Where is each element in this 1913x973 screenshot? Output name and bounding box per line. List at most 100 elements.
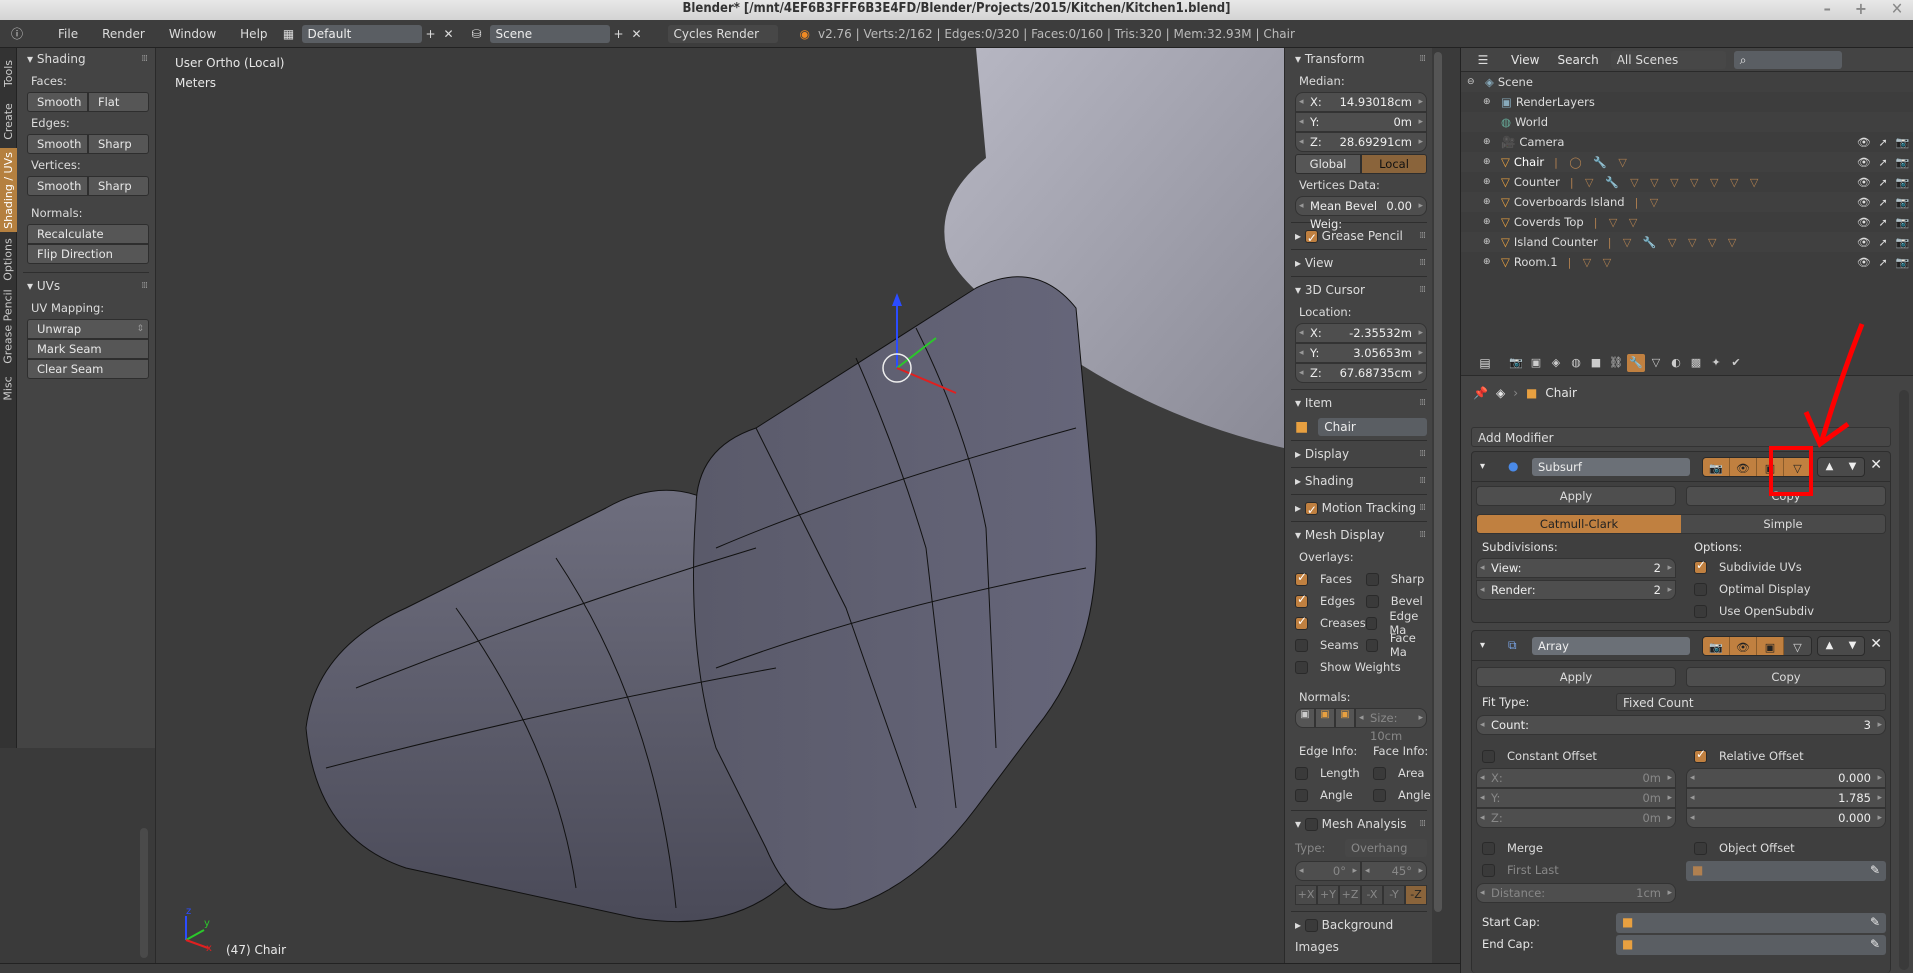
constant-offset-z[interactable]: Z:0m xyxy=(1476,808,1676,828)
add-layout-icon[interactable]: + xyxy=(422,25,440,43)
outliner-item[interactable]: ⊕ ▽ Island Counter | ▽ 🔧 ▽ ▽ ▽ ▽ 👁 ➚ 📷 xyxy=(1461,232,1913,252)
subsurf-apply-button[interactable]: Apply xyxy=(1476,486,1676,506)
axis-minus-y[interactable]: -Y xyxy=(1383,885,1405,905)
merge-distance-field[interactable]: Distance:1cm xyxy=(1476,883,1676,903)
edges-smooth-button[interactable]: Smooth xyxy=(27,134,88,154)
tab-create[interactable]: Create xyxy=(0,96,17,146)
array-move-down[interactable]: ▼ xyxy=(1841,637,1864,655)
expand-toggle-icon[interactable]: ⊕ xyxy=(1483,97,1495,107)
renderability-camera-icon[interactable]: 📷 xyxy=(1895,156,1909,169)
first-last-checkbox[interactable]: First Last xyxy=(1482,859,1559,881)
show-weights-checkbox[interactable]: Show Weights xyxy=(1285,656,1433,678)
expand-toggle-icon[interactable]: ⊖ xyxy=(1467,77,1479,87)
flip-direction-button[interactable]: Flip Direction xyxy=(27,244,149,264)
object-tab-icon[interactable]: ■ xyxy=(1587,354,1605,372)
texture-tab-icon[interactable]: ▩ xyxy=(1687,354,1705,372)
relative-offset-checkbox[interactable]: Relative Offset xyxy=(1694,745,1804,767)
npanel-scrollbar[interactable] xyxy=(1432,48,1444,963)
array-copy-button[interactable]: Copy xyxy=(1686,667,1886,687)
motion-tracking-panel-header[interactable]: ▸ Motion Tracking⁞⁞⁞ xyxy=(1285,497,1433,521)
tool-shelf-scrollbar[interactable] xyxy=(140,828,148,958)
constraints-tab-icon[interactable]: ⛓ xyxy=(1607,354,1625,372)
menu-help[interactable]: Help xyxy=(228,27,279,41)
mark-seam-button[interactable]: Mark Seam xyxy=(27,339,149,359)
outliner-item[interactable]: ⊕ ▣ RenderLayers xyxy=(1461,92,1913,112)
vertices-sharp-button[interactable]: Sharp xyxy=(88,176,149,196)
unwrap-menu[interactable]: Unwrap ⇕ xyxy=(27,319,149,339)
display-panel-header[interactable]: ▸ Display ⁞⁞⁞ xyxy=(1285,443,1433,465)
relative-offset-x[interactable]: 0.000 xyxy=(1686,768,1886,788)
expand-toggle-icon[interactable]: ⊕ xyxy=(1483,157,1495,167)
axis-plus-y[interactable]: +Y xyxy=(1317,885,1339,905)
visibility-eye-icon[interactable]: 👁 xyxy=(1857,176,1871,189)
merge-checkbox[interactable]: Merge xyxy=(1482,837,1543,859)
tab-misc[interactable]: Misc xyxy=(0,368,17,408)
shading-npanel-header[interactable]: ▸ Shading ⁞⁞⁞ xyxy=(1285,470,1433,492)
layout-selector[interactable]: Default xyxy=(301,24,422,43)
shading-panel-header[interactable]: ▾ Shading ⁞⁞⁞ xyxy=(17,48,155,70)
cursor-y-field[interactable]: Y:3.05653m xyxy=(1295,343,1427,363)
selectability-cursor-icon[interactable]: ➚ xyxy=(1879,176,1888,189)
end-cap-field[interactable]: ■ ✎ xyxy=(1616,935,1886,955)
median-z-field[interactable]: Z:28.69291cm xyxy=(1295,132,1427,152)
start-cap-field[interactable]: ■ ✎ xyxy=(1616,913,1886,933)
overlay-sharp[interactable]: Sharp xyxy=(1365,568,1433,590)
optimal-display-checkbox[interactable]: Optimal Display xyxy=(1694,578,1811,600)
outliner-editor-icon[interactable]: ☰ xyxy=(1469,51,1497,69)
subsurf-collapse-icon[interactable]: ▾ xyxy=(1480,461,1485,472)
overlay-faces[interactable]: Faces xyxy=(1295,568,1366,590)
object-name-field[interactable]: Chair xyxy=(1318,418,1427,436)
selectability-cursor-icon[interactable]: ➚ xyxy=(1879,136,1888,149)
expand-toggle-icon[interactable]: ⊕ xyxy=(1483,177,1495,187)
tab-options[interactable]: Options xyxy=(0,234,17,284)
array-apply-button[interactable]: Apply xyxy=(1476,667,1676,687)
mesh-analysis-panel-header[interactable]: ▾ Mesh Analysis ⁞⁞⁞ xyxy=(1285,813,1433,835)
visibility-eye-icon[interactable]: 👁 xyxy=(1857,216,1871,229)
selectability-cursor-icon[interactable]: ➚ xyxy=(1879,256,1888,269)
visibility-eye-icon[interactable]: 👁 xyxy=(1857,156,1871,169)
outliner-item[interactable]: ⊕ ▽ Coverds Top | ▽ ▽ 👁 ➚ 📷 xyxy=(1461,212,1913,232)
array-editmode-toggle[interactable]: ▣ xyxy=(1757,637,1784,655)
uvs-panel-header[interactable]: ▾ UVs ⁞⁞⁞ xyxy=(17,275,155,297)
selectability-cursor-icon[interactable]: ➚ xyxy=(1879,216,1888,229)
vertex-normals-toggle[interactable]: ▣ xyxy=(1295,708,1315,728)
constant-offset-x[interactable]: X:0m xyxy=(1476,768,1676,788)
mesh-analysis-checkbox[interactable] xyxy=(1304,818,1318,831)
renderability-camera-icon[interactable]: 📷 xyxy=(1895,196,1909,209)
material-tab-icon[interactable]: ◐ xyxy=(1667,354,1685,372)
fit-type-select[interactable]: Fixed Count xyxy=(1616,693,1886,711)
subsurf-view-levels[interactable]: View:2 xyxy=(1476,558,1676,578)
overhang-max-field[interactable]: 45° xyxy=(1361,861,1427,881)
renderability-camera-icon[interactable]: 📷 xyxy=(1895,136,1909,149)
menu-render[interactable]: Render xyxy=(90,27,157,41)
expand-toggle-icon[interactable]: ⊕ xyxy=(1483,237,1495,247)
outliner-item[interactable]: ⊖ ◈ Scene xyxy=(1461,72,1913,92)
selectability-cursor-icon[interactable]: ➚ xyxy=(1879,156,1888,169)
expand-toggle-icon[interactable]: ⊕ xyxy=(1483,137,1495,147)
outliner-item[interactable]: ⊕ ▽ Chair | ◯ 🔧 ▽ 👁 ➚ 📷 xyxy=(1461,152,1913,172)
display-mode-select[interactable]: All Scenes xyxy=(1610,50,1726,69)
array-render-toggle[interactable]: 📷 xyxy=(1703,637,1730,655)
mesh-display-panel-header[interactable]: ▾ Mesh Display ⁞⁞⁞ xyxy=(1285,524,1433,546)
constant-offset-checkbox[interactable]: Constant Offset xyxy=(1482,745,1597,767)
outliner-item[interactable]: ◍ World xyxy=(1461,112,1913,132)
face-area-checkbox[interactable]: Area xyxy=(1373,762,1431,784)
minimize-icon[interactable]: – xyxy=(1824,0,1831,18)
renderability-camera-icon[interactable]: 📷 xyxy=(1895,256,1909,269)
relative-offset-y[interactable]: 1.785 xyxy=(1686,788,1886,808)
subsurf-render-toggle[interactable]: 📷 xyxy=(1703,458,1730,476)
render-tab-icon[interactable]: 📷 xyxy=(1507,354,1525,372)
catmull-clark-option[interactable]: Catmull-Clark xyxy=(1477,515,1681,533)
subsurf-realtime-toggle[interactable]: 👁 xyxy=(1730,458,1757,476)
motion-tracking-checkbox[interactable] xyxy=(1304,499,1318,521)
selectability-cursor-icon[interactable]: ➚ xyxy=(1879,236,1888,249)
offset-object-field[interactable]: ■ ✎ xyxy=(1686,861,1886,881)
outliner-item[interactable]: ⊕ ▽ Room.1 | ▽ ▽ 👁 ➚ 📷 xyxy=(1461,252,1913,272)
background-images-panel-header[interactable]: ▸ Background Images xyxy=(1285,914,1433,954)
maximize-icon[interactable]: + xyxy=(1855,0,1867,18)
remove-layout-icon[interactable]: ✕ xyxy=(440,25,458,43)
expand-toggle-icon[interactable]: ⊕ xyxy=(1483,197,1495,207)
cursor-z-field[interactable]: Z:67.68735cm xyxy=(1295,363,1427,383)
array-remove-icon[interactable]: ✕ xyxy=(1870,636,1882,652)
visibility-eye-icon[interactable]: 👁 xyxy=(1857,136,1871,149)
